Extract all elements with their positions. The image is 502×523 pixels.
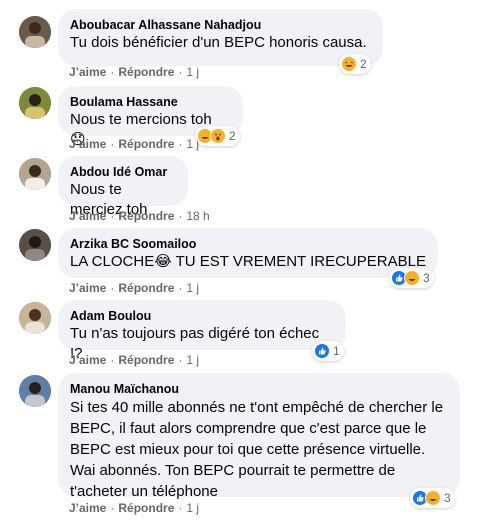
separator: · xyxy=(178,353,183,367)
comment-actions: J’aime · Répondre · 1 j xyxy=(69,136,199,152)
haha-icon xyxy=(425,490,441,506)
separator: · xyxy=(110,65,115,79)
reaction-count: 2 xyxy=(229,129,236,143)
reactions-summary[interactable]: 3 xyxy=(389,268,434,288)
haha-icon xyxy=(404,270,420,286)
reply-link[interactable]: Répondre xyxy=(118,501,174,515)
comment-actions: J’aime · Répondre · 18 h xyxy=(69,208,210,224)
comment-actions: J’aime · Répondre · 1 j xyxy=(69,500,199,516)
separator: · xyxy=(110,353,115,367)
comment-bubble: Manou Maïchanou Si tes 40 mille abonnés … xyxy=(58,373,460,500)
separator: · xyxy=(178,281,183,295)
comment-author[interactable]: Adam Boulou xyxy=(70,308,334,324)
like-icon xyxy=(314,343,330,359)
comment-actions: J’aime · Répondre · 1 j xyxy=(69,352,199,368)
separator: · xyxy=(178,65,183,79)
reactions-summary[interactable]: 2 xyxy=(195,126,240,146)
reactions-summary[interactable]: 2 xyxy=(339,54,371,74)
reactions-summary[interactable]: 3 xyxy=(410,488,455,508)
comment-bubble: Abdou Idé Omar Nous te merciez toh xyxy=(58,156,188,218)
separator: · xyxy=(110,209,115,223)
wow-icon xyxy=(210,128,226,144)
reaction-count: 1 xyxy=(333,344,340,358)
comment-bubble: Adam Boulou Tu n'as toujours pas digéré … xyxy=(58,300,346,362)
separator: · xyxy=(110,137,115,151)
avatar[interactable] xyxy=(19,375,51,407)
comment-author[interactable]: Abdou Idé Omar xyxy=(70,164,176,180)
reply-link[interactable]: Répondre xyxy=(118,353,174,367)
comment-actions: J’aime · Répondre · 1 j xyxy=(69,280,199,296)
like-link[interactable]: J’aime xyxy=(69,65,106,79)
like-link[interactable]: J’aime xyxy=(69,501,106,515)
like-link[interactable]: J’aime xyxy=(69,209,106,223)
comment-author[interactable]: Aboubacar Alhassane Nahadjou xyxy=(70,17,371,33)
reply-link[interactable]: Répondre xyxy=(118,137,174,151)
comment-author[interactable]: Boulama Hassane xyxy=(70,94,231,110)
comment-time[interactable]: 18 h xyxy=(186,209,209,223)
comment-time[interactable]: 1 j xyxy=(186,137,199,151)
comment-author[interactable]: Arzika BC Soomailoo xyxy=(70,236,426,252)
comment-text: Tu dois bénéficier d'un BEPC honoris cau… xyxy=(70,34,367,51)
like-link[interactable]: J’aime xyxy=(69,137,106,151)
comment-time[interactable]: 1 j xyxy=(186,281,199,295)
separator: · xyxy=(110,281,115,295)
reaction-count: 2 xyxy=(360,57,367,71)
avatar[interactable] xyxy=(19,302,51,334)
haha-icon xyxy=(341,56,357,72)
comment-bubble: Arzika BC Soomailoo LA CLOCHE😂 TU EST VR… xyxy=(58,228,438,278)
avatar[interactable] xyxy=(19,158,51,190)
like-link[interactable]: J’aime xyxy=(69,281,106,295)
reply-link[interactable]: Répondre xyxy=(118,65,174,79)
reaction-count: 3 xyxy=(423,271,430,285)
reply-link[interactable]: Répondre xyxy=(118,209,174,223)
separator: · xyxy=(178,501,183,515)
avatar[interactable] xyxy=(19,87,51,119)
avatar[interactable] xyxy=(19,16,51,48)
comment-bubble: Aboubacar Alhassane Nahadjou Tu dois bén… xyxy=(58,9,383,66)
separator: · xyxy=(178,137,183,151)
comment-author[interactable]: Manou Maïchanou xyxy=(70,381,448,397)
comment-time[interactable]: 1 j xyxy=(186,501,199,515)
separator: · xyxy=(110,501,115,515)
comment-text: LA CLOCHE😂 TU EST VREMENT IRECUPERABLE xyxy=(70,253,426,270)
comment-text: Si tes 40 mille abonnés ne t'ont empêché… xyxy=(70,399,448,500)
separator: · xyxy=(178,209,183,223)
comment-actions: J’aime · Répondre · 1 j xyxy=(69,64,199,80)
reaction-count: 3 xyxy=(444,491,451,505)
like-link[interactable]: J’aime xyxy=(69,353,106,367)
comment-time[interactable]: 1 j xyxy=(186,65,199,79)
avatar[interactable] xyxy=(19,229,51,261)
reply-link[interactable]: Répondre xyxy=(118,281,174,295)
reactions-summary[interactable]: 1 xyxy=(312,341,344,361)
comment-time[interactable]: 1 j xyxy=(186,353,199,367)
